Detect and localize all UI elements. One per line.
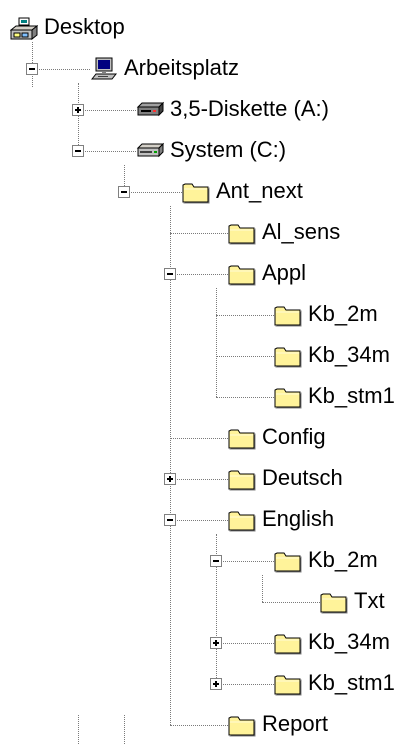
tree-connector-line	[124, 192, 182, 193]
tree-item-label[interactable]: System (C:)	[170, 137, 286, 163]
hard-drive-icon	[136, 139, 164, 163]
tree-connector-line	[78, 151, 136, 152]
tree-item-label[interactable]: Arbeitsplatz	[124, 55, 239, 81]
collapse-icon[interactable]	[210, 555, 222, 567]
collapse-icon[interactable]	[72, 145, 84, 157]
tree-item-label[interactable]: Desktop	[44, 14, 125, 40]
folder-icon	[274, 672, 302, 696]
folder-icon	[228, 713, 256, 737]
folder-icon	[182, 180, 210, 204]
collapse-icon[interactable]	[164, 268, 176, 280]
tree-connector-line	[216, 643, 274, 644]
tree-item-label[interactable]: Report	[262, 711, 328, 737]
folder-icon	[274, 344, 302, 368]
floppy-drive-icon	[136, 98, 164, 122]
tree-item-label[interactable]: Config	[262, 424, 326, 450]
folder-icon	[228, 508, 256, 532]
tree-item-label[interactable]: Kb_stm1	[308, 670, 395, 696]
tree-connector-line	[78, 715, 79, 744]
expand-icon[interactable]	[72, 104, 84, 116]
tree-connector-line	[216, 288, 217, 397]
tree-item-label[interactable]: Kb_2m	[308, 301, 378, 327]
computer-icon	[90, 57, 118, 81]
tree-connector-line	[170, 520, 228, 521]
tree-connector-line	[78, 110, 136, 111]
tree-item-label[interactable]: Kb_2m	[308, 547, 378, 573]
tree-connector-line	[216, 684, 274, 685]
folder-icon	[228, 262, 256, 286]
tree-item-label[interactable]: Txt	[354, 588, 385, 614]
tree-connector-line	[170, 274, 228, 275]
folder-icon	[228, 221, 256, 245]
tree-item-label[interactable]: 3,5-Diskette (A:)	[170, 96, 329, 122]
folder-icon	[274, 303, 302, 327]
folder-icon	[274, 631, 302, 655]
tree-item-label[interactable]: Appl	[262, 260, 306, 286]
collapse-icon[interactable]	[118, 186, 130, 198]
tree-connector-line	[170, 206, 171, 725]
tree-connector-line	[78, 83, 79, 151]
folder-icon	[274, 549, 302, 573]
tree-item-label[interactable]: Kb_stm1	[308, 383, 395, 409]
tree-item-label[interactable]: Deutsch	[262, 465, 343, 491]
tree-item-label[interactable]: Ant_next	[216, 178, 303, 204]
collapse-icon[interactable]	[26, 63, 38, 75]
folder-icon	[228, 426, 256, 450]
tree-item-label[interactable]: Kb_34m	[308, 629, 390, 655]
expand-icon[interactable]	[210, 678, 222, 690]
folder-icon	[320, 590, 348, 614]
folder-tree: Desktop Arbeitsplatz 3,5-Diskette (A:) Syst…	[0, 0, 409, 744]
folder-icon	[274, 385, 302, 409]
tree-connector-line	[32, 69, 90, 70]
tree-connector-line	[216, 315, 274, 316]
tree-item-label[interactable]: English	[262, 506, 334, 532]
collapse-icon[interactable]	[164, 514, 176, 526]
tree-connector-line	[170, 725, 228, 726]
expand-icon[interactable]	[210, 637, 222, 649]
tree-connector-line	[262, 602, 320, 603]
tree-connector-line	[216, 356, 274, 357]
tree-connector-line	[170, 438, 228, 439]
tree-item-label[interactable]: Al_sens	[262, 219, 340, 245]
desktop-icon	[10, 16, 38, 40]
tree-connector-line	[170, 479, 228, 480]
tree-connector-line	[124, 715, 125, 744]
tree-connector-line	[216, 397, 274, 398]
tree-item-label[interactable]: Kb_34m	[308, 342, 390, 368]
tree-connector-line	[170, 233, 228, 234]
folder-icon	[228, 467, 256, 491]
tree-connector-line	[262, 575, 263, 602]
tree-connector-line	[216, 561, 274, 562]
expand-icon[interactable]	[164, 473, 176, 485]
